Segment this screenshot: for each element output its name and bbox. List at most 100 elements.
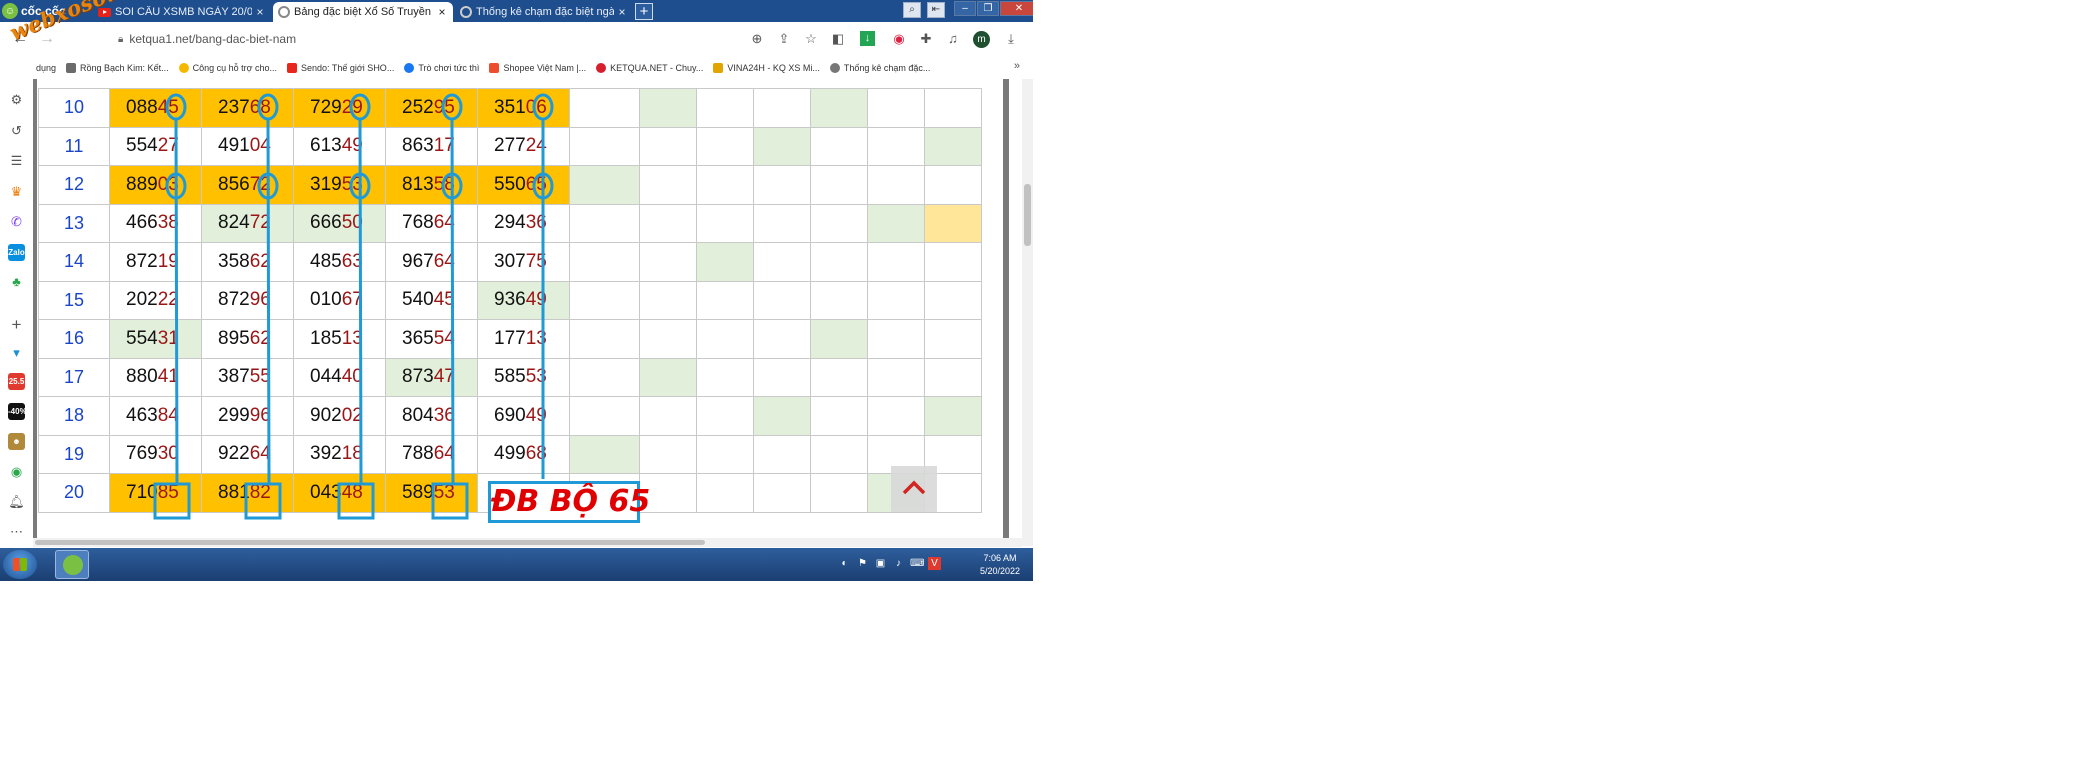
bookmark-label: Shopee Việt Nam |...: [503, 62, 587, 73]
screenshot: ☺ cốc cốc SOI CẦU XSMB NGÀY 20/05 × Bảng…: [0, 0, 1033, 581]
close-icon[interactable]: ×: [436, 5, 448, 19]
bookmark-icon: [829, 62, 840, 73]
network-icon[interactable]: ◐: [838, 557, 851, 570]
chevron-up-icon: [902, 480, 926, 495]
extensions-icon[interactable]: ✚: [917, 31, 935, 47]
coccoc-logo-icon: ☺: [2, 3, 18, 19]
game-icon[interactable]: ♣: [8, 273, 25, 290]
bell-icon[interactable]: 🔔︎: [8, 493, 25, 510]
bookmark-item[interactable]: Rồng Bạch Kim: Kết...: [66, 62, 169, 73]
bookmark-item[interactable]: Sendo: Thế giới SHO...: [287, 62, 395, 73]
page-content: 10 08845 23768 72929 25295 35106 11 55427 49104 6…: [33, 79, 1022, 546]
shopee-icon: [489, 62, 500, 73]
back-to-top-button[interactable]: [891, 466, 937, 512]
address-toolbar: ← → ↻ 🔒︎ ketqua1.net/bang-dac-biet-nam ⊕…: [0, 22, 1033, 57]
crown-icon[interactable]: ♛: [8, 183, 25, 200]
volume-icon[interactable]: ♪: [892, 557, 905, 570]
wifi-icon[interactable]: ▾: [8, 344, 25, 361]
vertical-scrollbar[interactable]: [1022, 79, 1033, 546]
flag-icon[interactable]: ⚑: [856, 557, 869, 570]
minimize-icon[interactable]: –: [954, 1, 976, 16]
bookmark-label: Thống kê chạm đặc...: [843, 62, 931, 73]
media-icon[interactable]: ♫: [944, 31, 962, 47]
url-text[interactable]: ketqua1.net/bang-dac-biet-nam: [129, 32, 296, 46]
bookmark-label: VINA24H - KQ XS Mi...: [727, 62, 820, 73]
bookmark-label: Sendo: Thế giới SHO...: [301, 62, 395, 73]
connector-line: [450, 118, 455, 485]
page-frame-left: [33, 79, 37, 538]
add-icon[interactable]: +: [8, 316, 25, 333]
messenger-icon[interactable]: ✆: [8, 213, 25, 230]
language-icon[interactable]: ⌨: [910, 557, 924, 570]
tab-search-icon[interactable]: ⌕: [903, 2, 921, 18]
dac-biet-bo-label: ĐB BỘ 65: [488, 481, 650, 523]
sidebar-toggle-icon[interactable]: ⇤: [927, 2, 945, 18]
coccoc-taskbar-app[interactable]: [55, 550, 89, 579]
zoom-icon[interactable]: ⊕: [748, 31, 766, 47]
apple-sale-icon[interactable]: -40%: [8, 403, 27, 420]
zalo-icon[interactable]: Zalo: [8, 244, 25, 261]
star-icon[interactable]: ☆: [802, 31, 820, 47]
pair-box: [153, 482, 191, 520]
pair-box: [431, 482, 469, 520]
annotation-overlay: [153, 93, 554, 520]
bookmarks-list-icon[interactable]: ☰: [8, 152, 25, 169]
tab-bang-dac-biet[interactable]: Bảng đặc biệt Xổ Số Truyền T ×: [273, 2, 453, 22]
bookmark-item[interactable]: Công cụ hỗ trợ cho...: [178, 62, 277, 73]
pair-box: [337, 482, 375, 520]
digit-circle: [349, 93, 371, 121]
bookmarks-bar: dụng Rồng Bạch Kim: Kết... Công cụ hỗ tr…: [0, 56, 1033, 80]
game-avatar-icon[interactable]: ☻: [8, 433, 25, 450]
avatar[interactable]: m: [973, 31, 990, 48]
tab-thong-ke[interactable]: Thống kê chạm đặc biệt ngà ×: [455, 2, 633, 22]
bookmark-item[interactable]: dụng: [36, 63, 56, 73]
close-icon[interactable]: ×: [616, 5, 628, 19]
bookmark-item[interactable]: Shopee Việt Nam |...: [489, 62, 587, 73]
scroll-thumb[interactable]: [35, 540, 705, 545]
chrome-icon[interactable]: ◉: [890, 31, 908, 47]
bookmark-item[interactable]: Thống kê chạm đặc...: [829, 62, 931, 73]
history-icon[interactable]: ↺: [8, 122, 25, 139]
bookmarks-more-icon[interactable]: »: [1014, 60, 1020, 72]
chrome-web-store-icon[interactable]: ◉: [8, 463, 25, 480]
tab-title: SOI CẦU XSMB NGÀY 20/05: [115, 6, 252, 18]
digit-circle: [441, 93, 463, 121]
tab-strip: ☺ cốc cốc SOI CẦU XSMB NGÀY 20/05 × Bảng…: [0, 0, 1033, 22]
clock[interactable]: 7:06 AM 5/20/2022: [970, 552, 1030, 578]
pair-box: [244, 482, 282, 520]
settings-icon[interactable]: ⚙: [8, 91, 25, 108]
browser-sidebar: ⚙ ↺ ☰ ♛ ✆ Zalo ♣ + ▾ 25.5 -40% ☻ ◉ 🔔︎ ⋯: [0, 79, 34, 546]
maximize-icon[interactable]: ❐: [977, 1, 999, 16]
horizontal-scrollbar[interactable]: [33, 538, 1022, 547]
bookmark-item[interactable]: KETQUA.NET - Chuy...: [596, 62, 703, 73]
screen-icon[interactable]: ▣: [874, 557, 887, 570]
bookmark-icon: [66, 62, 77, 73]
system-tray: ◐ ⚑ ▣ ♪ ⌨ V: [838, 557, 941, 570]
new-tab-button[interactable]: +: [635, 3, 653, 20]
start-button[interactable]: [3, 550, 37, 579]
vietkey-icon[interactable]: V: [928, 557, 941, 570]
lock-icon: 🔒︎: [118, 33, 124, 45]
clock-time: 7:06 AM: [983, 553, 1017, 563]
close-icon[interactable]: ×: [254, 5, 266, 19]
bookmark-item[interactable]: Trò chơi tức thì: [404, 62, 480, 73]
connector-line: [358, 118, 363, 485]
download-icon[interactable]: ⤓: [1002, 31, 1020, 47]
tab-title: Thống kê chạm đặc biệt ngà: [476, 6, 614, 18]
share-icon[interactable]: ⇪: [775, 31, 793, 47]
bookmark-icon: [287, 62, 298, 73]
bookmark-label: dụng: [36, 62, 57, 73]
bookmark-label: Trò chơi tức thì: [418, 62, 480, 73]
bookmark-item[interactable]: VINA24H - KQ XS Mi...: [713, 62, 820, 73]
promo-app-icon[interactable]: 25.5: [8, 373, 25, 390]
bookmark-icon: [713, 62, 724, 73]
digit-circle: [165, 93, 187, 121]
scroll-thumb[interactable]: [1024, 184, 1031, 246]
tab-youtube[interactable]: SOI CẦU XSMB NGÀY 20/05 ×: [93, 2, 271, 22]
download-manager-icon[interactable]: ↓: [860, 31, 875, 46]
more-icon[interactable]: ⋯: [8, 523, 25, 540]
close-window-icon[interactable]: ✕: [1000, 1, 1033, 16]
windows-taskbar: ◐ ⚑ ▣ ♪ ⌨ V 7:06 AM 5/20/2022: [0, 548, 1033, 581]
extension-badge-icon[interactable]: ◧: [829, 31, 847, 47]
address-bar[interactable]: 🔒︎ ketqua1.net/bang-dac-biet-nam: [118, 27, 738, 51]
